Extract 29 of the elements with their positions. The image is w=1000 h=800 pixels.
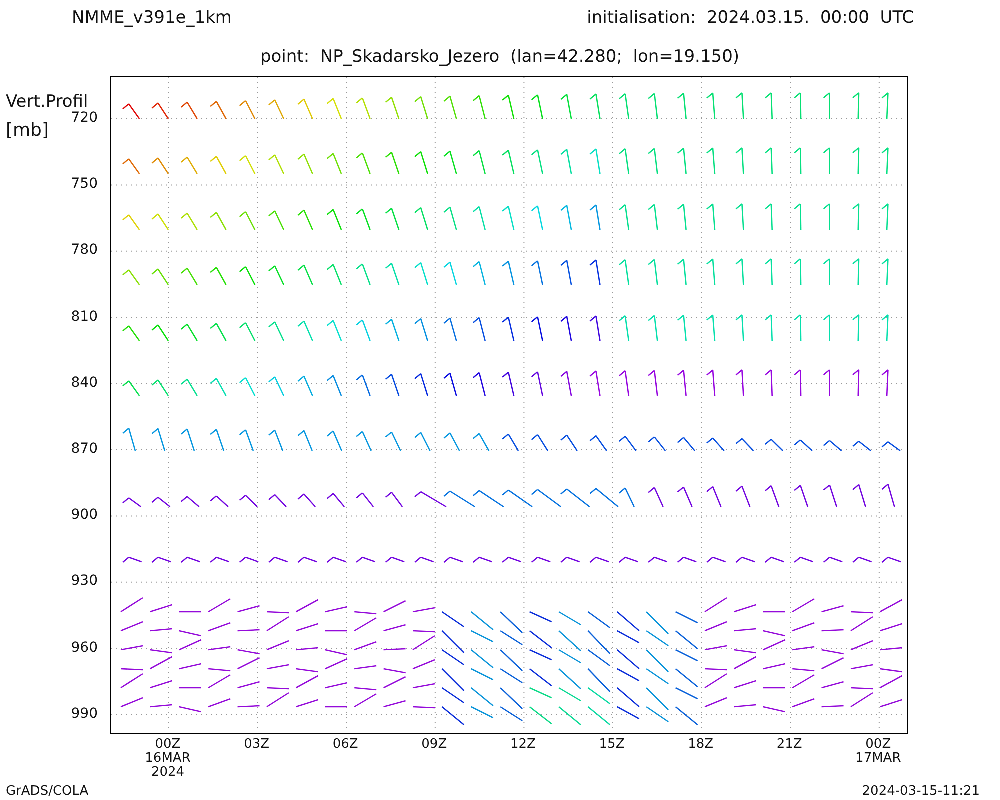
x-tick-label: 06Z [332,738,358,752]
model-title: NMME_v391e_1km [72,8,232,30]
x-tick-label: 00Z [866,738,892,752]
x-tick-label: 21Z [776,738,802,752]
x-tick-label: 03Z [244,738,270,752]
y-axis-title: Vert.Profil [6,92,88,112]
point-label: point: NP_Skadarsko_Jezero (lan=42.280; lon=19.150) [260,47,740,67]
y-tick-label: 960 [71,640,98,656]
x-tick-label: 15Z [599,738,625,752]
y-tick-label: 810 [71,308,98,325]
y-axis-unit: [mb] [6,120,50,141]
y-tick-label: 840 [71,374,98,391]
timestamp: 2024-03-15-11:21 [862,784,980,799]
y-tick-label: 930 [71,573,98,590]
initialisation-label: initialisation: 2024.03.15. 00:00 UTC [587,8,914,30]
y-tick-label: 780 [71,242,98,258]
x-tick-label: 09Z [422,738,448,752]
x-tick-label: 17MAR [856,752,902,766]
y-tick-label: 750 [71,176,98,192]
y-tick-label: 990 [71,706,98,722]
x-tick-label: 16MAR [145,752,191,766]
software-credit: GrADS/COLA [6,784,89,799]
x-tick-label: 18Z [688,738,714,752]
x-tick-label: 2024 [151,766,185,780]
y-tick-label: 870 [71,441,98,457]
y-tick-label: 720 [71,110,98,126]
x-tick-label: 12Z [510,738,536,752]
x-tick-label: 00Z [155,738,181,752]
y-tick-label: 900 [71,507,98,524]
